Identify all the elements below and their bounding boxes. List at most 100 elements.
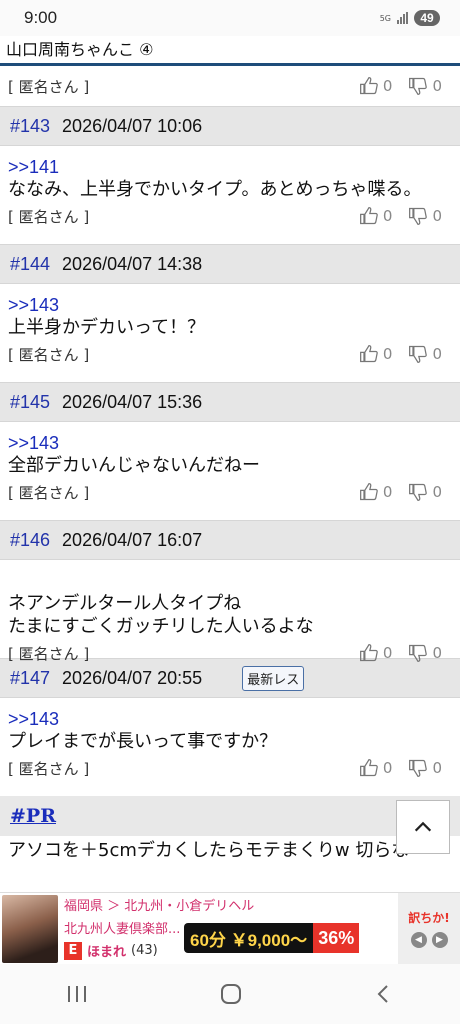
chevron-up-icon — [414, 821, 432, 832]
post-body: ネアンデルタール人タイプね たまにすごくガッチリした人いるよな [ 匿名さん ] 0 0 — [0, 560, 460, 663]
back-icon[interactable] — [372, 982, 396, 1006]
post-number[interactable]: #143 — [10, 116, 50, 137]
thumbs-down-icon — [409, 77, 428, 95]
thumbs-down-icon — [409, 345, 428, 363]
post-date: 2026/04/07 20:55 — [62, 667, 203, 688]
status-icons: 5G 49 — [380, 10, 440, 26]
like-button[interactable]: 0 — [359, 344, 393, 364]
dislike-button[interactable]: 0 — [408, 482, 442, 502]
post-list: #143 2026/04/07 10:06 >>141 ななみ、上半身でかいタイプ。あ… — [0, 106, 460, 796]
post-header: #146 2026/04/07 16:07 — [0, 520, 460, 560]
post-date: 2026/04/07 10:06 — [62, 115, 203, 136]
post-number[interactable]: #144 — [10, 254, 50, 275]
dislike-button[interactable]: 0 — [408, 344, 442, 364]
dislike-count: 0 — [432, 207, 442, 225]
dislike-count: 0 — [432, 345, 442, 363]
battery-icon: 49 — [414, 10, 440, 26]
dislike-button[interactable]: 0 — [408, 758, 442, 778]
votes: 00 — [359, 344, 452, 364]
post-header: #144 2026/04/07 14:38 — [0, 244, 460, 284]
post-author: [ 匿名さん ] — [8, 345, 90, 364]
status-time: 9:00 — [24, 8, 58, 27]
pr-text[interactable]: アソコを＋5cmデカくしたらモテまくりw 切らな — [0, 836, 460, 876]
post-date: 2026/04/07 16:07 — [62, 529, 203, 550]
post-text: たまにすごくガッチリした人いるよな — [8, 616, 314, 637]
latest-reply-badge[interactable]: 最新レス — [242, 665, 305, 691]
ad-price[interactable]: 60分 ￥9,000〜 36% — [184, 923, 360, 953]
post-text: プレイまでが長いって事ですか？ — [8, 731, 278, 752]
home-icon[interactable] — [218, 981, 244, 1007]
post-date: 2026/04/07 14:38 — [62, 253, 203, 274]
post-footer: [ 匿名さん ] 0 0 — [8, 201, 452, 231]
dislike-count: 0 — [432, 759, 442, 777]
post-footer: [ 匿名さん ] 0 0 — [8, 638, 452, 668]
post-header: #143 2026/04/07 10:06 — [0, 106, 460, 146]
status-bar: 9:00 5G 49 — [0, 0, 460, 36]
post-date: 2026/04/07 15:36 — [62, 391, 203, 412]
dislike-button[interactable]: 0 — [408, 76, 442, 96]
battery-level: 49 — [420, 11, 434, 25]
like-button[interactable]: 0 — [359, 206, 393, 226]
post-footer: [ 匿名さん ] 0 0 — [8, 753, 452, 783]
post-body: >>143 上半身かデカいって！？[ 匿名さん ] 0 0 — [0, 284, 460, 382]
pr-header: #PR — [0, 796, 460, 836]
like-button[interactable]: 0 — [359, 76, 393, 96]
ad-image[interactable] — [2, 895, 58, 963]
reply-anchor-link[interactable]: >>143 — [8, 708, 452, 730]
top-post: [ 匿名さん ] 0 0 — [0, 66, 460, 106]
like-count: 0 — [382, 345, 393, 363]
dislike-count: 0 — [432, 483, 442, 501]
ad-brand: ほまれ — [87, 945, 127, 960]
pr-link[interactable]: #PR — [10, 805, 56, 827]
like-count: 0 — [382, 644, 393, 662]
ad-logo: 訳ちか! — [408, 911, 450, 925]
thumbs-down-icon — [409, 207, 428, 225]
ad-side: 訳ちか! ◀ ▶ — [398, 893, 460, 964]
votes: 00 — [359, 482, 452, 502]
ad-content[interactable]: 福岡県 ＞ 北九州・小倉デリヘル 北九州人妻倶楽部... E ほまれ (43) … — [58, 893, 398, 964]
dislike-button[interactable]: 0 — [408, 206, 442, 226]
like-count: 0 — [382, 77, 393, 95]
ad-prev-icon[interactable]: ◀ — [410, 932, 427, 948]
votes: 0 0 — [359, 76, 452, 96]
ad-e-mark: E — [64, 941, 82, 960]
dislike-button[interactable]: 0 — [408, 643, 442, 663]
scroll-to-top-button[interactable] — [396, 800, 450, 854]
post-text: 全部デカいんじゃないんだねー — [8, 455, 260, 476]
post-text: ネアンデルタール人タイプね — [8, 593, 242, 614]
thumbs-up-icon — [359, 644, 378, 662]
thumbs-up-icon — [359, 345, 378, 363]
post-body: >>143 プレイまでが長いって事ですか？[ 匿名さん ] 0 0 — [0, 698, 460, 796]
post-number[interactable]: #145 — [10, 392, 50, 413]
thumbs-up-icon — [359, 77, 378, 95]
post-footer: [ 匿名さん ] 0 0 — [8, 66, 452, 106]
like-button[interactable]: 0 — [359, 482, 393, 502]
like-count: 0 — [382, 207, 393, 225]
ad-location[interactable]: 福岡県 ＞ 北九州・小倉デリヘル — [64, 895, 398, 914]
post-footer: [ 匿名さん ] 0 0 — [8, 477, 452, 507]
like-button[interactable]: 0 — [359, 643, 393, 663]
post-body: >>141 ななみ、上半身でかいタイプ。あとめっちゃ喋る。[ 匿名さん ] 0 0 — [0, 146, 460, 244]
post-header: #145 2026/04/07 15:36 — [0, 382, 460, 422]
post-text: 上半身かデカいって！？ — [8, 317, 206, 338]
post-author: [ 匿名さん ] — [8, 644, 90, 663]
post-number[interactable]: #147 — [10, 668, 50, 689]
recent-apps-icon[interactable] — [64, 982, 90, 1006]
thumbs-down-icon — [409, 759, 428, 777]
system-nav-bar — [0, 964, 460, 1024]
thumbs-down-icon — [409, 644, 428, 662]
reply-anchor-link[interactable]: >>141 — [8, 156, 452, 178]
post-number[interactable]: #146 — [10, 530, 50, 551]
reply-anchor-link[interactable]: >>143 — [8, 432, 452, 454]
dislike-count: 0 — [432, 77, 442, 95]
thumbs-up-icon — [359, 483, 378, 501]
like-count: 0 — [382, 483, 393, 501]
thumbs-up-icon — [359, 759, 378, 777]
ad-banner[interactable]: 福岡県 ＞ 北九州・小倉デリヘル 北九州人妻倶楽部... E ほまれ (43) … — [0, 892, 460, 964]
reply-anchor-link[interactable]: >>143 — [8, 294, 452, 316]
signal-icon — [397, 12, 408, 24]
votes: 00 — [359, 643, 452, 663]
post-footer: [ 匿名さん ] 0 0 — [8, 339, 452, 369]
ad-next-icon[interactable]: ▶ — [431, 932, 448, 948]
like-button[interactable]: 0 — [359, 758, 392, 778]
